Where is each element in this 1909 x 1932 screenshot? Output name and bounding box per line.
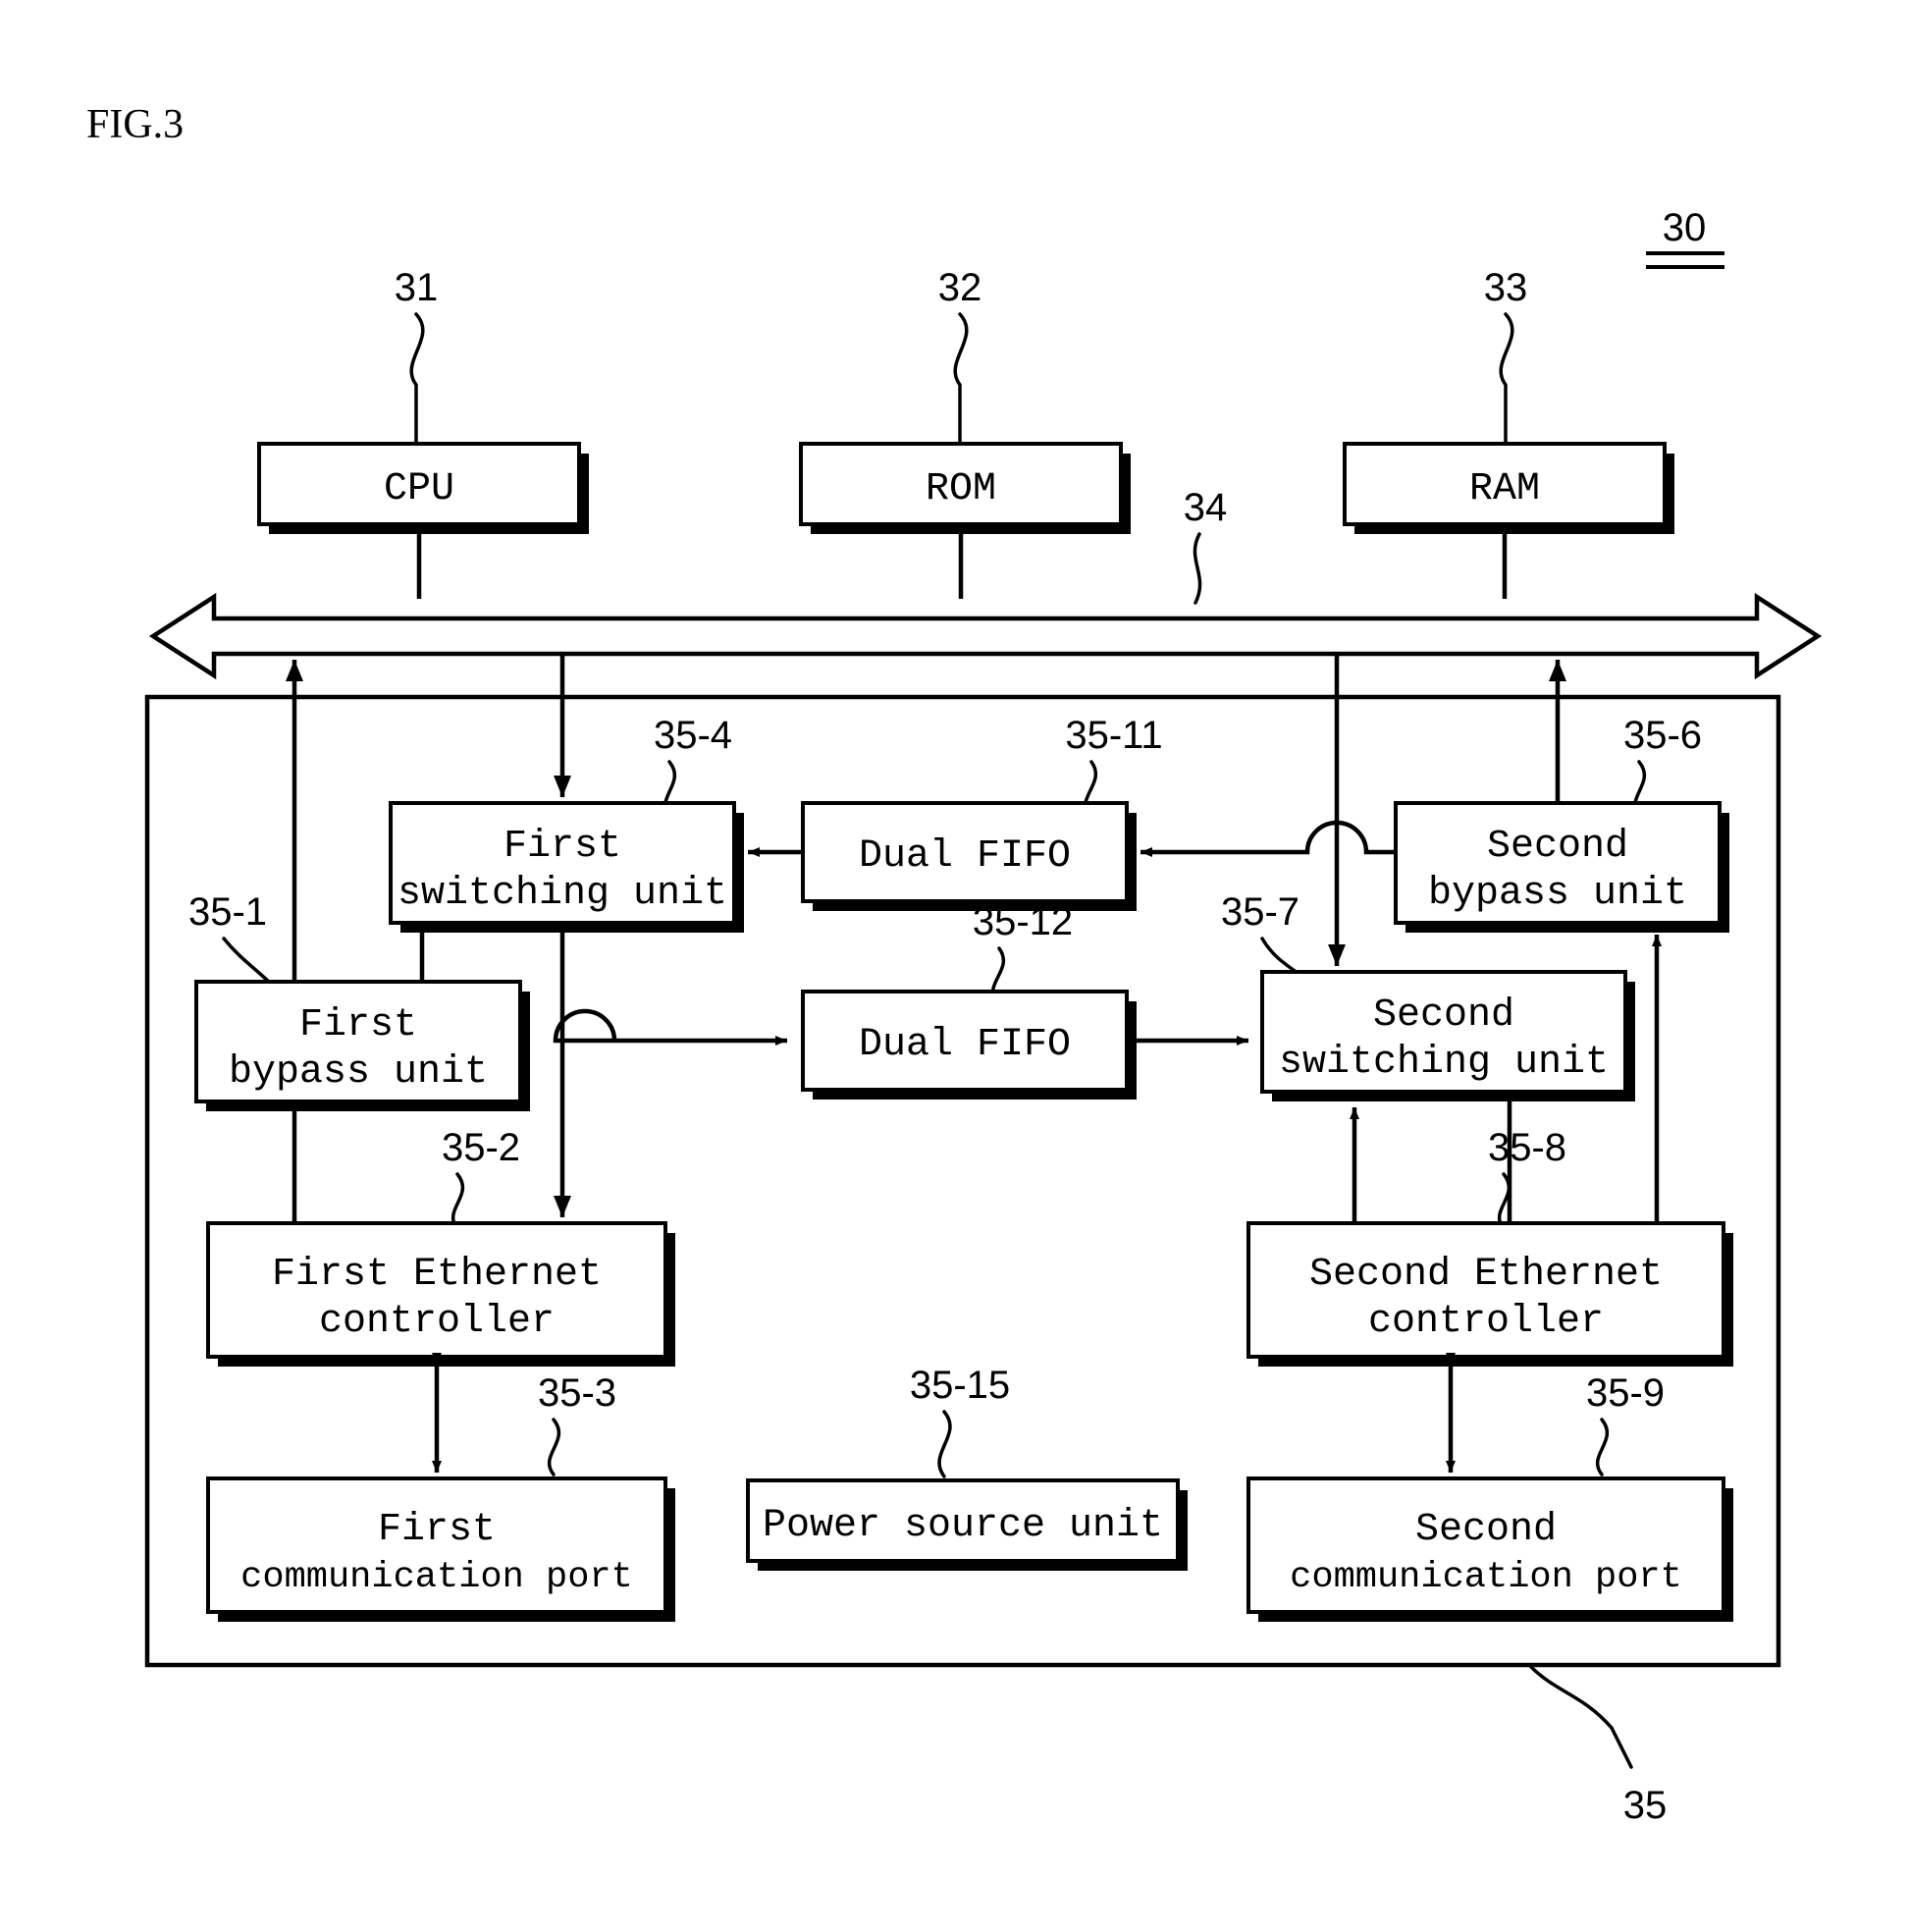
first-ethernet-controller-label-line1: First Ethernet [272, 1253, 602, 1297]
second-communication-port-label-line2: communication port [1290, 1557, 1682, 1598]
ref-31: 31 [395, 266, 439, 309]
block-second-bypass-unit[interactable]: Second bypass unit [1394, 801, 1729, 933]
leader-31 [409, 312, 425, 446]
first-communication-port-label-line1: First [378, 1508, 496, 1552]
ref-35-15: 35-15 [910, 1364, 1010, 1407]
block-second-communication-port[interactable]: Second communication port [1246, 1476, 1733, 1622]
ref-34: 34 [1184, 486, 1228, 529]
ref-35-8: 35-8 [1488, 1126, 1566, 1169]
ref-35-4: 35-4 [654, 714, 732, 757]
block-cpu[interactable]: CPU [257, 442, 589, 534]
leader-33 [1499, 312, 1514, 446]
ram-label: RAM [1469, 467, 1540, 511]
first-switching-unit-label-line2: switching unit [398, 872, 727, 916]
dual-fifo-upper-label: Dual FIFO [859, 834, 1071, 879]
block-first-ethernet-controller[interactable]: First Ethernet controller [206, 1221, 675, 1367]
figure-label: FIG.3 [86, 102, 184, 147]
leader-35-2 [451, 1172, 465, 1231]
second-switching-unit-label-line1: Second [1373, 993, 1514, 1038]
ref-35: 35 [1623, 1784, 1668, 1827]
system-bus [148, 592, 1823, 680]
block-second-switching-unit[interactable]: Second switching unit [1260, 970, 1635, 1101]
block-ram[interactable]: RAM [1343, 442, 1674, 534]
cpu-label: CPU [384, 467, 454, 511]
leader-35-9 [1595, 1418, 1610, 1476]
second-ethernet-controller-label-line1: Second Ethernet [1309, 1253, 1663, 1297]
first-switching-unit-label-line1: First [504, 825, 621, 869]
power-source-unit-label: Power source unit [763, 1504, 1163, 1548]
second-switching-unit-label-line2: switching unit [1279, 1041, 1609, 1085]
leader-35 [1529, 1665, 1633, 1769]
block-first-communication-port[interactable]: First communication port [206, 1476, 675, 1622]
ref-35-7: 35-7 [1221, 890, 1299, 934]
block-first-switching-unit[interactable]: First switching unit [389, 801, 744, 933]
dual-fifo-lower-label: Dual FIFO [859, 1023, 1071, 1067]
block-power-source-unit[interactable]: Power source unit [746, 1478, 1188, 1571]
leader-35-3 [547, 1418, 561, 1476]
patent-figure: FIG.3 30 31 32 33 CPU ROM RAM 34 35 35-4 [0, 0, 1909, 1932]
first-bypass-unit-label-line2: bypass unit [229, 1050, 488, 1095]
block-dual-fifo-upper[interactable]: Dual FIFO [801, 801, 1137, 911]
ref-33: 33 [1484, 266, 1528, 309]
leader-35-15 [937, 1410, 952, 1478]
block-diagram-canvas: FIG.3 30 31 32 33 CPU ROM RAM 34 35 35-4 [86, 102, 1823, 1827]
ref-35-2: 35-2 [442, 1126, 520, 1169]
first-ethernet-controller-label-line2: controller [319, 1300, 555, 1344]
block-dual-fifo-lower[interactable]: Dual FIFO [801, 990, 1137, 1100]
leader-34 [1193, 532, 1202, 605]
ref-35-3: 35-3 [538, 1371, 616, 1415]
ref-32: 32 [938, 266, 982, 309]
second-communication-port-label-line1: Second [1415, 1508, 1557, 1552]
second-bypass-unit-label-line1: Second [1487, 825, 1628, 869]
system-ref-30: 30 [1663, 206, 1707, 249]
bus-arrow-shape [148, 592, 1823, 680]
ref-35-6: 35-6 [1623, 714, 1702, 757]
wire-second-bypass-unit-to-dual-fifo-upper [1140, 820, 1396, 857]
wire-first-switching-unit-to-dual-fifo-lower [553, 1008, 787, 1046]
ref-35-9: 35-9 [1586, 1371, 1665, 1415]
rom-label: ROM [926, 467, 996, 511]
leader-32 [953, 312, 969, 446]
first-communication-port-label-line2: communication port [240, 1557, 633, 1598]
second-bypass-unit-label-line2: bypass unit [1428, 872, 1687, 916]
first-bypass-unit-label-line1: First [299, 1003, 417, 1047]
ref-35-11: 35-11 [1065, 714, 1162, 757]
second-ethernet-controller-label-line2: controller [1368, 1300, 1604, 1344]
ref-35-1: 35-1 [188, 890, 267, 934]
block-second-ethernet-controller[interactable]: Second Ethernet controller [1246, 1221, 1733, 1367]
leader-35-1 [222, 937, 275, 988]
block-rom[interactable]: ROM [799, 442, 1131, 534]
block-first-bypass-unit[interactable]: First bypass unit [194, 980, 530, 1111]
